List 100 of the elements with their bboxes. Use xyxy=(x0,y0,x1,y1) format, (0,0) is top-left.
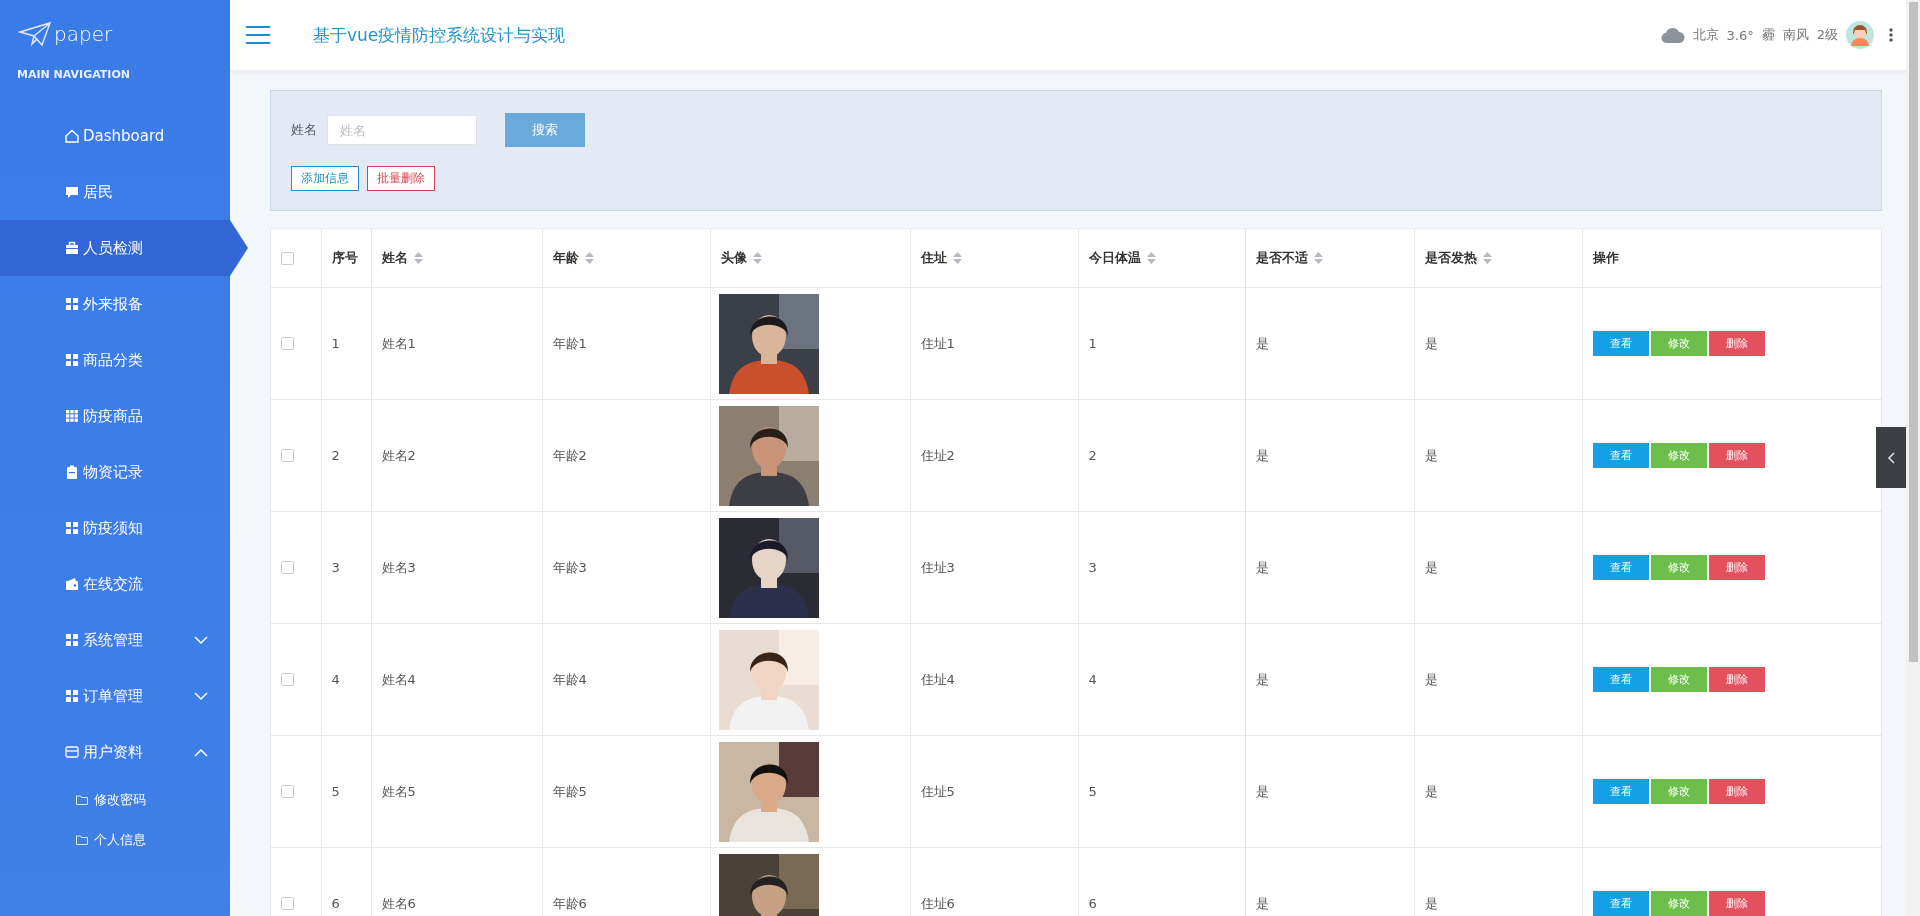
address-cell: 住址2 xyxy=(920,447,955,463)
view-button[interactable]: 查看 xyxy=(1592,443,1649,468)
chevron-down-icon[interactable] xyxy=(194,635,208,645)
sidebar-subitem[interactable]: 修改密码 xyxy=(0,780,230,820)
delete-button[interactable]: 删除 xyxy=(1708,331,1765,356)
temperature-cell: 5 xyxy=(1088,784,1097,799)
sidebar-item[interactable]: 物资记录 xyxy=(0,444,230,500)
edit-button[interactable]: 修改 xyxy=(1650,891,1707,916)
name-cell: 姓名4 xyxy=(381,671,416,687)
cloud-icon xyxy=(1660,26,1685,44)
age-cell: 年龄2 xyxy=(552,447,587,463)
sort-icon[interactable] xyxy=(952,252,962,264)
edit-button[interactable]: 修改 xyxy=(1650,331,1707,356)
folder-icon xyxy=(76,835,88,845)
card-icon xyxy=(64,744,80,760)
age-cell: 年龄5 xyxy=(552,783,587,799)
column-header: 是否不适 xyxy=(1255,249,1308,267)
more-icon[interactable] xyxy=(1888,27,1894,43)
name-cell: 姓名1 xyxy=(381,335,416,351)
sort-icon[interactable] xyxy=(1146,252,1156,264)
temperature-cell: 1 xyxy=(1088,336,1097,351)
home-icon xyxy=(64,128,80,144)
sidebar-item[interactable]: 用户资料 xyxy=(0,724,230,780)
row-checkbox[interactable] xyxy=(281,897,294,910)
name-cell: 姓名6 xyxy=(381,895,416,911)
address-cell: 住址5 xyxy=(920,783,955,799)
page-title: 基于vue疫情防控系统设计与实现 xyxy=(313,23,566,47)
sidebar-item[interactable]: 商品分类 xyxy=(0,332,230,388)
clipboard-icon xyxy=(64,464,80,480)
edit-button[interactable]: 修改 xyxy=(1650,667,1707,692)
delete-button[interactable]: 删除 xyxy=(1708,555,1765,580)
wind-level: 2级 xyxy=(1816,26,1838,44)
sidebar-item[interactable]: 防疫须知 xyxy=(0,500,230,556)
edit-button[interactable]: 修改 xyxy=(1650,555,1707,580)
sidebar-item[interactable]: 居民 xyxy=(0,164,230,220)
column-header: 住址 xyxy=(920,249,947,267)
chevron-down-icon[interactable] xyxy=(194,691,208,701)
select-all-checkbox[interactable] xyxy=(281,251,294,265)
temperature-cell: 2 xyxy=(1088,448,1097,463)
sidebar-item[interactable]: Dashboard xyxy=(0,108,230,164)
temperature-cell: 6 xyxy=(1088,896,1097,911)
view-button[interactable]: 查看 xyxy=(1592,779,1649,804)
view-button[interactable]: 查看 xyxy=(1592,891,1649,916)
weather-temperature: 3.6° xyxy=(1726,27,1754,43)
row-checkbox[interactable] xyxy=(281,337,294,350)
sort-icon[interactable] xyxy=(752,252,762,264)
fever-cell: 是 xyxy=(1424,447,1438,463)
batch-delete-button[interactable]: 批量删除 xyxy=(367,166,435,191)
view-button[interactable]: 查看 xyxy=(1592,667,1649,692)
row-number: 2 xyxy=(331,448,340,463)
row-checkbox[interactable] xyxy=(281,785,294,798)
edit-button[interactable]: 修改 xyxy=(1650,443,1707,468)
edit-button[interactable]: 修改 xyxy=(1650,779,1707,804)
search-button[interactable]: 搜索 xyxy=(505,113,585,147)
row-checkbox[interactable] xyxy=(281,673,294,686)
avatar-icon[interactable] xyxy=(1846,21,1874,49)
row-checkbox[interactable] xyxy=(281,449,294,462)
row-number: 6 xyxy=(331,896,340,911)
grid-icon xyxy=(64,296,80,312)
delete-button[interactable]: 删除 xyxy=(1708,891,1765,916)
grid-icon xyxy=(64,688,80,704)
chevron-up-icon[interactable] xyxy=(194,747,208,757)
delete-button[interactable]: 删除 xyxy=(1708,443,1765,468)
delete-button[interactable]: 删除 xyxy=(1708,779,1765,804)
temperature-cell: 3 xyxy=(1088,560,1097,575)
field-label: 姓名 xyxy=(291,121,317,139)
sidebar-subitem[interactable]: 个人信息 xyxy=(0,820,230,860)
sidebar-item[interactable]: 订单管理 xyxy=(0,668,230,724)
name-search-field[interactable]: 姓名 xyxy=(327,115,477,145)
nav-heading: MAIN NAVIGATION xyxy=(16,67,131,83)
delete-button[interactable]: 删除 xyxy=(1708,667,1765,692)
sort-icon[interactable] xyxy=(1313,252,1323,264)
speech-bubble-icon xyxy=(64,184,80,200)
view-button[interactable]: 查看 xyxy=(1592,331,1649,356)
column-header: 操作 xyxy=(1592,250,1619,265)
address-cell: 住址1 xyxy=(920,335,955,351)
fever-cell: 是 xyxy=(1424,335,1438,351)
sort-icon[interactable] xyxy=(413,252,423,264)
sort-icon[interactable] xyxy=(584,252,594,264)
brand-name: paper xyxy=(54,22,113,46)
name-cell: 姓名5 xyxy=(381,783,416,799)
weather-city: 北京 xyxy=(1692,26,1719,44)
sort-icon[interactable] xyxy=(1482,252,1492,264)
age-cell: 年龄4 xyxy=(552,671,587,687)
row-checkbox[interactable] xyxy=(281,561,294,574)
column-header: 序号 xyxy=(331,250,358,265)
add-button[interactable]: 添加信息 xyxy=(291,166,359,191)
discomfort-cell: 是 xyxy=(1255,447,1269,463)
age-cell: 年龄3 xyxy=(552,559,587,575)
column-header: 头像 xyxy=(720,249,747,267)
wallet-icon xyxy=(64,576,80,592)
sidebar-item[interactable]: 在线交流 xyxy=(0,556,230,612)
view-button[interactable]: 查看 xyxy=(1592,555,1649,580)
menu-icon[interactable] xyxy=(245,25,271,45)
scrollbar-thumb[interactable] xyxy=(1909,2,1918,662)
collapse-tab[interactable] xyxy=(1876,427,1906,488)
row-number: 5 xyxy=(331,784,340,799)
sidebar-item[interactable]: 外来报备 xyxy=(0,276,230,332)
sidebar-item[interactable]: 防疫商品 xyxy=(0,388,230,444)
sidebar-item[interactable]: 系统管理 xyxy=(0,612,230,668)
